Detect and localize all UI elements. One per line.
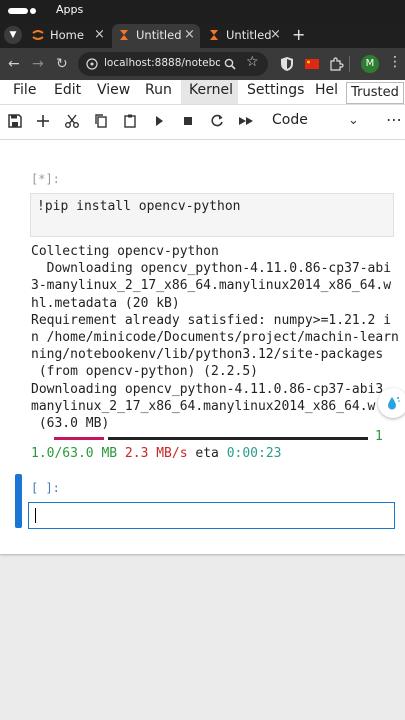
downloaded-size: 1.0/63.0 MB — [31, 446, 118, 461]
hourglass-icon — [120, 30, 128, 40]
download-progress-bar — [54, 437, 368, 440]
progress-done — [54, 437, 104, 440]
kebab-menu-icon[interactable]: ⋮ — [388, 54, 402, 70]
save-icon[interactable] — [7, 113, 23, 129]
text-cursor — [35, 508, 36, 523]
download-stats: 1.0/63.0 MB 2.3 MB/s eta 0:00:23 — [31, 446, 281, 461]
browser-address-bar: ← → ↻ localhost:8888/notebo... ☆ M ⋮ — [0, 48, 405, 80]
output-line: (from opencv-python) (2.2.5) — [31, 364, 258, 380]
output-line: (63.0 MB) — [31, 416, 110, 432]
output-line: Collecting opencv-python — [31, 244, 219, 259]
output-line: ning/notebookenv/lib/python3.12/site-pac… — [31, 347, 384, 363]
output-line: n /home/minicode/Documents/project/machi… — [31, 330, 399, 346]
chevron-down-icon[interactable]: ⌄ — [348, 113, 359, 128]
output-line: manylinux_2_17_x86_64.manylinux2014_x86_… — [31, 398, 376, 414]
tab-untitled-active[interactable]: Untitled × — [112, 24, 200, 48]
url-text[interactable]: localhost:8888/notebo... — [104, 57, 220, 69]
code-text[interactable]: !pip install opencv-python — [37, 199, 241, 214]
bookmark-star-icon[interactable]: ☆ — [246, 54, 259, 70]
tab-label: Home — [50, 28, 84, 42]
os-dot-icon — [30, 8, 36, 14]
menu-kernel[interactable]: Kernel — [189, 82, 233, 98]
active-cell-indicator — [15, 474, 22, 528]
forward-arrow-icon[interactable]: → — [32, 56, 44, 72]
cell-prompt: [ ]: — [31, 481, 60, 495]
add-cell-icon[interactable] — [35, 113, 51, 129]
menu-file[interactable]: File — [13, 82, 36, 98]
trusted-indicator[interactable]: Trusted — [346, 82, 404, 104]
download-speed: 2.3 MB/s — [124, 446, 188, 461]
floating-assistant-button[interactable] — [378, 388, 405, 418]
back-arrow-icon[interactable]: ← — [8, 56, 20, 72]
jupyter-icon — [32, 30, 44, 40]
cell-output: Collecting opencv-python Downloading ope… — [31, 243, 399, 432]
site-info-icon[interactable] — [86, 58, 98, 70]
profile-avatar[interactable]: M — [361, 55, 379, 73]
output-line: Downloading opencv_python-4.11.0.86-cp37… — [31, 381, 384, 397]
tab-label: Untitled — [226, 28, 272, 42]
menu-help[interactable]: Hel — [315, 82, 338, 98]
menu-settings[interactable]: Settings — [247, 82, 304, 98]
close-icon[interactable]: × — [270, 27, 281, 42]
progress-tail: 1 — [375, 429, 383, 444]
progress-remaining — [108, 437, 368, 440]
menu-run[interactable]: Run — [145, 82, 172, 98]
cut-icon[interactable] — [64, 113, 80, 129]
menu-view[interactable]: View — [97, 82, 130, 98]
new-tab-button[interactable]: + — [292, 25, 305, 44]
zoom-icon[interactable] — [224, 58, 236, 70]
run-icon[interactable] — [151, 113, 167, 129]
tab-search-chevron-icon[interactable]: ▼ — [4, 26, 22, 44]
code-cell-input-active[interactable] — [28, 502, 395, 529]
output-line: 3-manylinux_2_17_x86_64.manylinux2014_x8… — [31, 278, 392, 294]
copy-icon[interactable] — [93, 113, 109, 129]
os-indicator-icon — [8, 8, 28, 14]
output-line: Requirement already satisfied: numpy>=1.… — [31, 312, 392, 328]
output-line: hl.metadata (20 kB) — [31, 295, 180, 311]
notebook-toolbar: Code ⌄ ⋯ — [0, 105, 405, 140]
os-status-bar: Apps — [0, 0, 405, 22]
code-cell-input[interactable]: !pip install opencv-python — [30, 193, 394, 237]
close-icon[interactable]: × — [94, 27, 105, 42]
hourglass-icon — [210, 30, 218, 40]
more-options-icon[interactable]: ⋯ — [386, 110, 402, 129]
paste-icon[interactable] — [122, 113, 138, 129]
url-omnibox[interactable]: localhost:8888/notebo... ☆ — [78, 52, 268, 76]
tab-label: Untitled — [136, 28, 182, 42]
reload-icon[interactable]: ↻ — [56, 56, 68, 72]
fast-forward-icon[interactable] — [238, 113, 254, 129]
menu-edit[interactable]: Edit — [54, 82, 81, 98]
shield-extension-icon[interactable] — [279, 56, 295, 72]
flag-extension-icon[interactable] — [304, 56, 320, 72]
browser-tab-strip: ▼ Home × Untitled × Untitled × + — [0, 22, 405, 48]
restart-icon[interactable] — [209, 113, 225, 129]
tab-home[interactable]: Home × — [26, 24, 110, 48]
water-drop-icon — [388, 397, 400, 410]
cell-type-select[interactable]: Code — [272, 112, 308, 128]
cell-prompt: [*]: — [31, 172, 60, 186]
extensions-puzzle-icon[interactable] — [328, 56, 344, 72]
eta-value: 0:00:23 — [226, 446, 282, 461]
eta-label: eta — [195, 446, 219, 461]
tab-untitled[interactable]: Untitled × — [202, 24, 284, 48]
divider — [349, 56, 350, 72]
stop-icon[interactable] — [180, 113, 196, 129]
output-line: Downloading opencv_python-4.11.0.86-cp37… — [31, 261, 392, 277]
close-icon[interactable]: × — [184, 27, 195, 42]
apps-label[interactable]: Apps — [56, 3, 83, 16]
